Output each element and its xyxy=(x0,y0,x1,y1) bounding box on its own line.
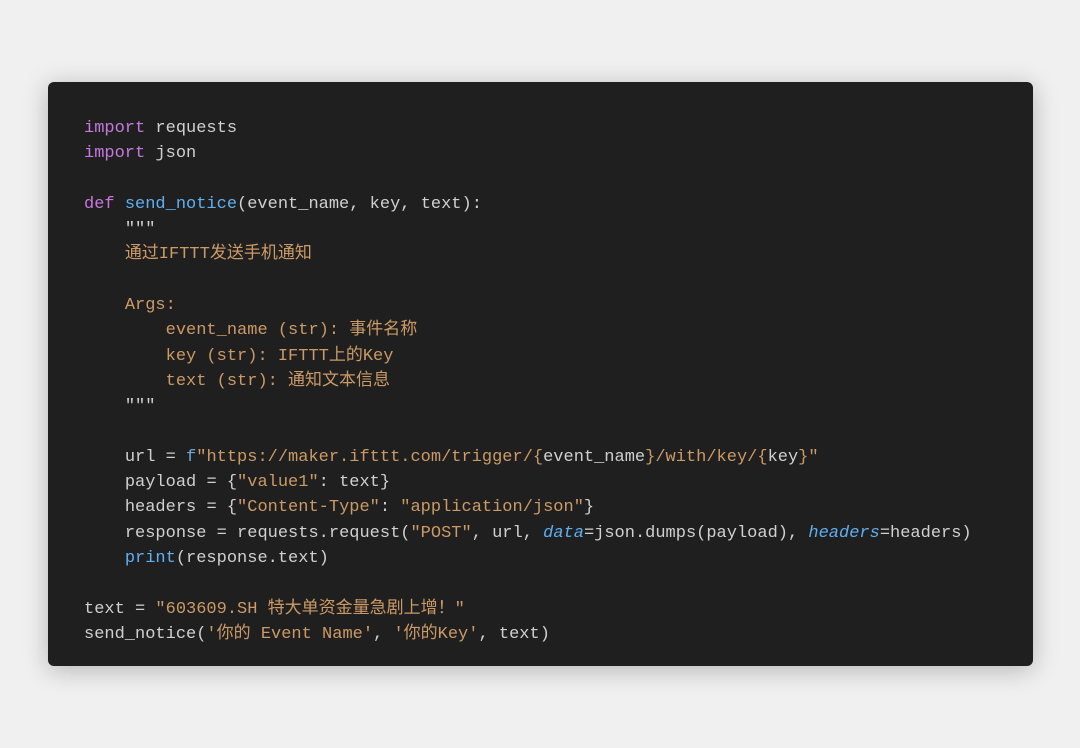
paren: ) xyxy=(319,549,329,568)
comma: , xyxy=(373,625,393,644)
keyword-import: import xyxy=(84,144,145,163)
call: requests.request( xyxy=(237,524,410,543)
comma: , xyxy=(349,195,369,214)
colon: : xyxy=(380,498,400,517)
var-headers: headers xyxy=(125,498,207,517)
space xyxy=(176,448,186,467)
string-segment: /with/key/ xyxy=(655,448,757,467)
brace: } xyxy=(584,498,594,517)
dict-key: "value1" xyxy=(237,473,319,492)
function-name: send_notice xyxy=(125,195,237,214)
call-print: print xyxy=(125,549,176,568)
kwarg-name: data xyxy=(543,524,584,543)
space xyxy=(227,524,237,543)
brace: { xyxy=(227,473,237,492)
var-text: text xyxy=(84,600,135,619)
paren: ( xyxy=(237,195,247,214)
space xyxy=(217,473,227,492)
equals: = xyxy=(584,524,594,543)
comma: , xyxy=(788,524,808,543)
equals: = xyxy=(135,600,145,619)
paren: ( xyxy=(176,549,186,568)
docstring-args-header: Args: xyxy=(125,296,176,315)
paren: ) xyxy=(540,625,550,644)
paren: ): xyxy=(462,195,482,214)
f-prefix: f xyxy=(186,448,196,467)
paren: ( xyxy=(196,625,206,644)
keyword-def: def xyxy=(84,195,115,214)
space xyxy=(217,498,227,517)
triple-quote: """ xyxy=(125,220,156,239)
dict-key: "Content-Type" xyxy=(237,498,380,517)
kwarg-name: headers xyxy=(808,524,879,543)
colon: : xyxy=(319,473,339,492)
string-arg: "POST" xyxy=(410,524,471,543)
param: key xyxy=(370,195,401,214)
comma: , xyxy=(523,524,543,543)
var-response: response xyxy=(125,524,217,543)
space xyxy=(145,600,155,619)
comma: , xyxy=(478,625,498,644)
string-quote: " xyxy=(808,448,818,467)
param: text xyxy=(421,195,462,214)
equals: = xyxy=(206,473,216,492)
string-arg: '你的Key' xyxy=(393,625,478,644)
fstring-var: key xyxy=(768,448,799,467)
triple-quote: """ xyxy=(125,397,156,416)
docstring-arg: event_name (str): 事件名称 xyxy=(166,321,418,340)
brace: } xyxy=(380,473,390,492)
brace: { xyxy=(757,448,767,467)
brace: { xyxy=(227,498,237,517)
string-quote: " xyxy=(196,448,206,467)
arg: text xyxy=(499,625,540,644)
dict-val: "application/json" xyxy=(400,498,584,517)
string-literal: "603609.SH 特大单资金量急剧上增！" xyxy=(155,600,464,619)
docstring-arg: key (str): IFTTT上的Key xyxy=(166,347,394,366)
module-name: requests xyxy=(155,119,237,138)
brace: { xyxy=(533,448,543,467)
fstring-var: event_name xyxy=(543,448,645,467)
var-payload: payload xyxy=(125,473,207,492)
brace: } xyxy=(798,448,808,467)
equals: = xyxy=(880,524,890,543)
kwarg-val: json.dumps(payload) xyxy=(594,524,788,543)
var-url: url xyxy=(125,448,166,467)
dict-val: text xyxy=(339,473,380,492)
string-segment: https://maker.ifttt.com/trigger/ xyxy=(206,448,532,467)
code-card: import requests import json def send_not… xyxy=(48,82,1033,666)
brace: } xyxy=(645,448,655,467)
module-name: json xyxy=(155,144,196,163)
kwarg-val: headers) xyxy=(890,524,972,543)
arg: response.text xyxy=(186,549,319,568)
comma: , xyxy=(472,524,492,543)
comma: , xyxy=(400,195,420,214)
param: event_name xyxy=(247,195,349,214)
string-arg: '你的 Event Name' xyxy=(206,625,373,644)
keyword-import: import xyxy=(84,119,145,138)
arg: url xyxy=(492,524,523,543)
docstring-line: 通过IFTTT发送手机通知 xyxy=(125,245,312,264)
call-send-notice: send_notice xyxy=(84,625,196,644)
code-block: import requests import json def send_not… xyxy=(84,116,1001,647)
docstring-arg: text (str): 通知文本信息 xyxy=(166,372,390,391)
equals: = xyxy=(217,524,227,543)
equals: = xyxy=(166,448,176,467)
equals: = xyxy=(206,498,216,517)
